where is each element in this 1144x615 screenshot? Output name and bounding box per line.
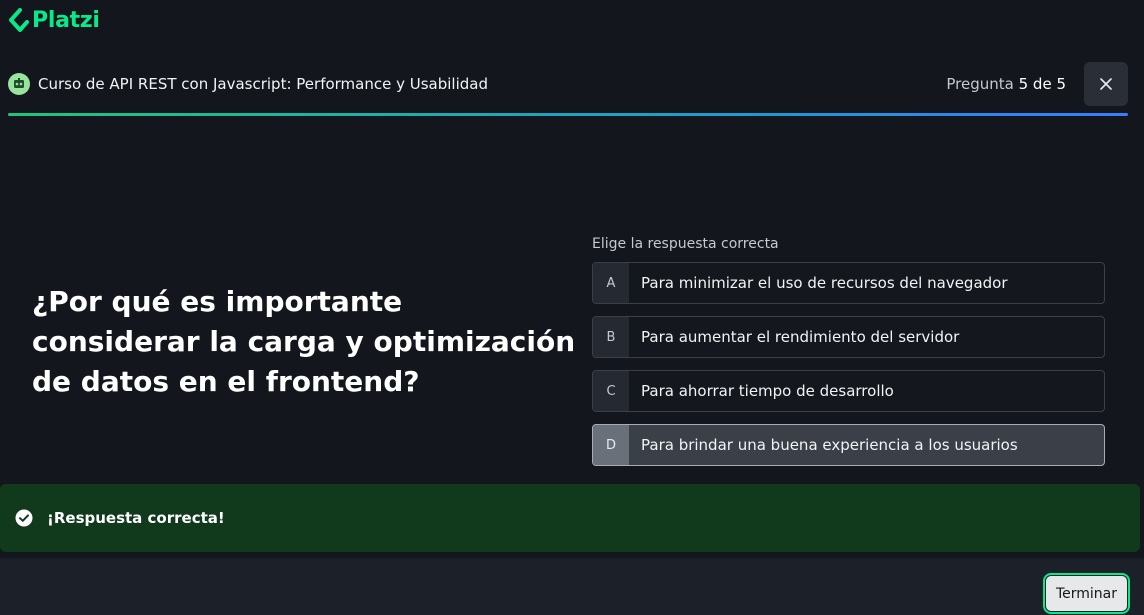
counter-current: 5	[1018, 75, 1029, 93]
option-text: Para minimizar el uso de recursos del na…	[641, 274, 1008, 292]
platzi-logo-icon	[9, 8, 29, 32]
platzi-logo[interactable]: Platzi	[8, 6, 100, 34]
answers-panel: Elige la respuesta correcta A Para minim…	[592, 234, 1105, 478]
check-circle-icon	[15, 509, 33, 527]
quiz-header: Curso de API REST con Javascript: Perfor…	[8, 62, 1128, 106]
feedback-banner: ¡Respuesta correcta!	[0, 484, 1140, 552]
option-text: Para brindar una buena experiencia a los…	[641, 436, 1018, 454]
counter-prefix: Pregunta	[946, 75, 1014, 93]
option-letter: A	[593, 263, 629, 303]
feedback-text: ¡Respuesta correcta!	[47, 509, 225, 527]
option-letter: D	[593, 425, 629, 465]
option-letter: C	[593, 371, 629, 411]
question-text: ¿Por qué es importante considerar la car…	[32, 285, 576, 398]
quiz-progress-bar	[8, 113, 1128, 116]
option-text: Para aumentar el rendimiento del servido…	[641, 328, 960, 346]
platzi-logo-text: Platzi	[32, 7, 100, 33]
close-button[interactable]	[1084, 62, 1128, 106]
answers-instruction: Elige la respuesta correcta	[592, 236, 779, 252]
option-letter: B	[593, 317, 629, 357]
course-title: Curso de API REST con Javascript: Perfor…	[38, 75, 488, 93]
answer-option-a[interactable]: A Para minimizar el uso de recursos del …	[592, 262, 1105, 304]
quiz-footer: Terminar	[0, 558, 1144, 615]
close-icon	[1100, 78, 1112, 90]
quiz-progress-fill	[8, 113, 1128, 116]
finish-button[interactable]: Terminar	[1043, 573, 1130, 614]
answer-option-c[interactable]: C Para ahorrar tiempo de desarrollo	[592, 370, 1105, 412]
quiz-app: Platzi Curso de API REST con Javascript:…	[0, 0, 1144, 615]
option-text: Para ahorrar tiempo de desarrollo	[641, 382, 894, 400]
course-badge-icon	[8, 73, 30, 95]
counter-total: 5	[1056, 75, 1066, 93]
counter-separator: de	[1032, 75, 1052, 93]
question-counter: Pregunta 5 de 5	[946, 75, 1066, 93]
answer-option-b[interactable]: B Para aumentar el rendimiento del servi…	[592, 316, 1105, 358]
answer-option-d[interactable]: D Para brindar una buena experiencia a l…	[592, 424, 1105, 466]
